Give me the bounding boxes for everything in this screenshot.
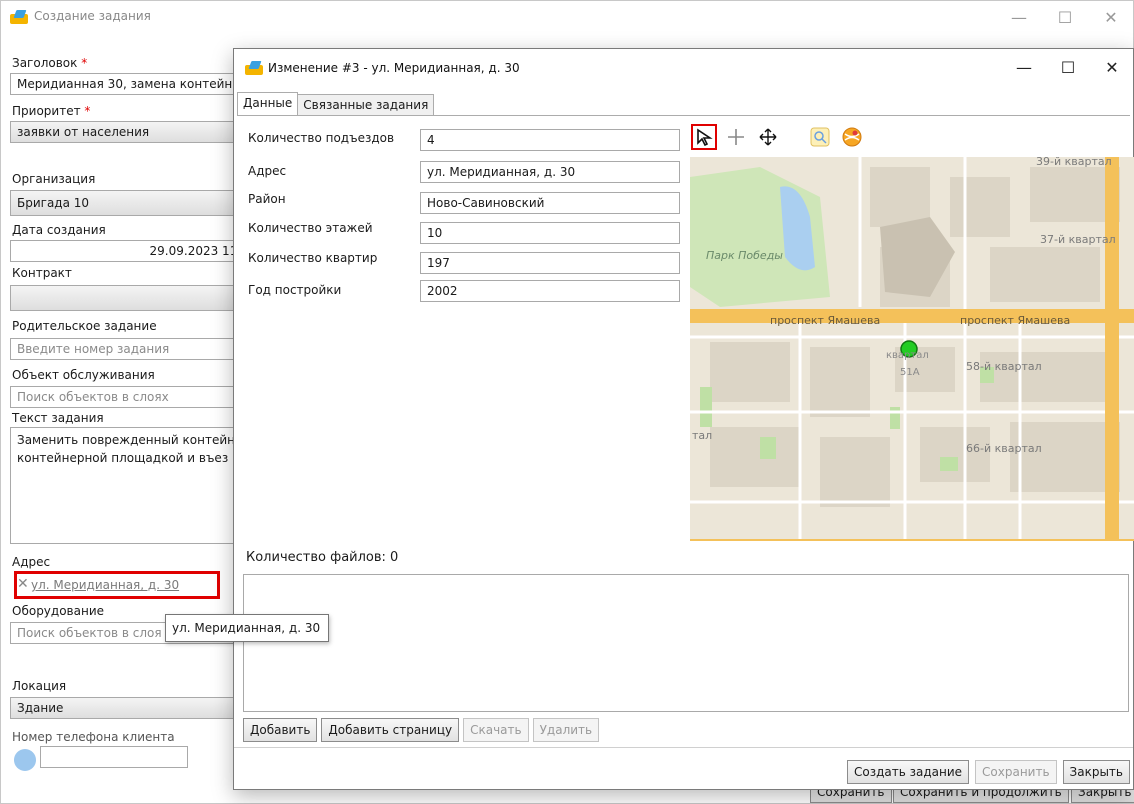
map-view[interactable]: 39-й квартал 37-й квартал Парк Победы пр… — [690, 157, 1134, 541]
select-arrow-icon[interactable] — [691, 124, 717, 150]
title-field[interactable]: Меридианная 30, замена контейн — [10, 73, 250, 95]
phone-icon — [14, 749, 36, 771]
address-label: Адрес — [12, 555, 51, 569]
map-label-street1: проспект Ямашева — [770, 314, 881, 327]
apartments-value[interactable]: 197 — [420, 252, 680, 274]
zoom-extent-icon[interactable] — [807, 124, 833, 150]
entrances-value[interactable]: 4 — [420, 129, 680, 151]
dialog-close-button[interactable]: ✕ — [1090, 51, 1134, 83]
parent-task-input[interactable]: Введите номер задания — [10, 338, 250, 360]
created-date-field[interactable]: 29.09.2023 11:4 — [10, 240, 250, 262]
address-link[interactable]: ул. Меридианная, д. 30 — [31, 578, 179, 592]
organization-select[interactable]: Бригада 10 — [10, 190, 250, 216]
dialog-separator — [234, 747, 1133, 748]
map-toolbar — [691, 124, 865, 152]
tab-data[interactable]: Данные — [237, 92, 299, 116]
files-list[interactable] — [243, 574, 1129, 712]
globe-layers-icon[interactable] — [839, 124, 865, 150]
priority-label: Приоритет * — [12, 104, 91, 118]
task-text-area[interactable]: Заменить поврежденный контейн контейнерн… — [10, 427, 250, 544]
dialog-title: Изменение #3 - ул. Меридианная, д. 30 — [268, 61, 520, 75]
build-year-value[interactable]: 2002 — [420, 280, 680, 302]
floors-value[interactable]: 10 — [420, 222, 680, 244]
map-label-q58: 58-й квартал — [966, 360, 1042, 373]
address-prop-label: Адрес — [248, 164, 287, 178]
edit-dialog: Изменение #3 - ул. Меридианная, д. 30 — … — [233, 48, 1134, 790]
district-label: Район — [248, 192, 286, 206]
map-canvas — [690, 157, 1134, 541]
download-button[interactable]: Скачать — [463, 718, 529, 742]
dialog-minimize-button[interactable]: — — [1002, 51, 1046, 83]
map-label-q51a-1: квартал — [886, 350, 929, 361]
address-prop-value[interactable]: ул. Меридианная, д. 30 — [420, 161, 680, 183]
dialog-logo-icon — [245, 61, 263, 75]
priority-select[interactable]: заявки от населения — [10, 121, 250, 143]
add-file-button[interactable]: Добавить — [243, 718, 318, 742]
app-logo-icon — [10, 10, 28, 24]
contract-select[interactable] — [10, 285, 250, 311]
task-text-label: Текст задания — [12, 411, 104, 425]
map-label-q66: 66-й квартал — [966, 442, 1042, 455]
location-label: Локация — [12, 679, 67, 693]
map-label-q37: 37-й квартал — [1040, 233, 1116, 246]
map-label-q39: 39-й квартал — [1036, 157, 1112, 168]
create-task-button[interactable]: Создать задание — [847, 760, 970, 784]
location-select[interactable]: Здание — [10, 697, 250, 719]
tab-related-tasks[interactable]: Связанные задания — [297, 94, 435, 116]
phone-label: Номер телефона клиента — [12, 730, 175, 744]
dialog-maximize-button[interactable]: ☐ — [1046, 51, 1090, 83]
map-label-park: Парк Победы — [706, 249, 783, 262]
add-page-button[interactable]: Добавить страницу — [321, 718, 460, 742]
phone-input[interactable] — [40, 746, 188, 768]
remove-address-icon[interactable]: ✕ — [17, 576, 29, 592]
create-task-titlebar: Создание задания — ☐ ✕ — [0, 0, 1134, 34]
window-title: Создание задания — [34, 9, 151, 23]
address-chip: ✕ ул. Меридианная, д. 30 — [14, 571, 220, 599]
address-tooltip: ул. Меридианная, д. 30 — [165, 614, 329, 642]
file-buttons: Добавить Добавить страницу Скачать Удали… — [243, 718, 600, 742]
floors-label: Количество этажей — [248, 221, 373, 235]
dialog-actions: Создать задание Сохранить Закрыть — [847, 760, 1130, 784]
dialog-tabs: Данные Связанные задания — [237, 92, 435, 116]
delete-file-button[interactable]: Удалить — [532, 718, 600, 742]
maximize-button[interactable]: ☐ — [1042, 0, 1088, 34]
district-value[interactable]: Ново-Савиновский — [420, 192, 680, 214]
map-label-street2: проспект Ямашева — [960, 314, 1071, 327]
minimize-button[interactable]: — — [996, 0, 1042, 34]
build-year-label: Год постройки — [248, 283, 342, 297]
title-label: Заголовок * — [12, 56, 88, 70]
created-date-label: Дата создания — [12, 223, 106, 237]
map-label-q51a-2: 51А — [900, 367, 920, 378]
map-label-tal: тал — [692, 429, 713, 442]
close-button[interactable]: ✕ — [1088, 0, 1134, 34]
pan-move-icon[interactable] — [755, 124, 781, 150]
service-object-label: Объект обслуживания — [12, 368, 155, 382]
contract-label: Контракт — [12, 266, 72, 280]
equipment-label: Оборудование — [12, 604, 104, 618]
files-count: Количество файлов: 0 — [246, 550, 399, 565]
crosshair-icon[interactable] — [723, 124, 749, 150]
organization-label: Организация — [12, 172, 96, 186]
dialog-save-button[interactable]: Сохранить — [975, 760, 1057, 784]
service-object-input[interactable]: Поиск объектов в слоях — [10, 386, 250, 408]
dialog-close-action-button[interactable]: Закрыть — [1062, 760, 1130, 784]
entrances-label: Количество подъездов — [248, 131, 395, 145]
parent-task-label: Родительское задание — [12, 319, 157, 333]
apartments-label: Количество квартир — [248, 251, 378, 265]
tab-divider — [237, 115, 1130, 116]
